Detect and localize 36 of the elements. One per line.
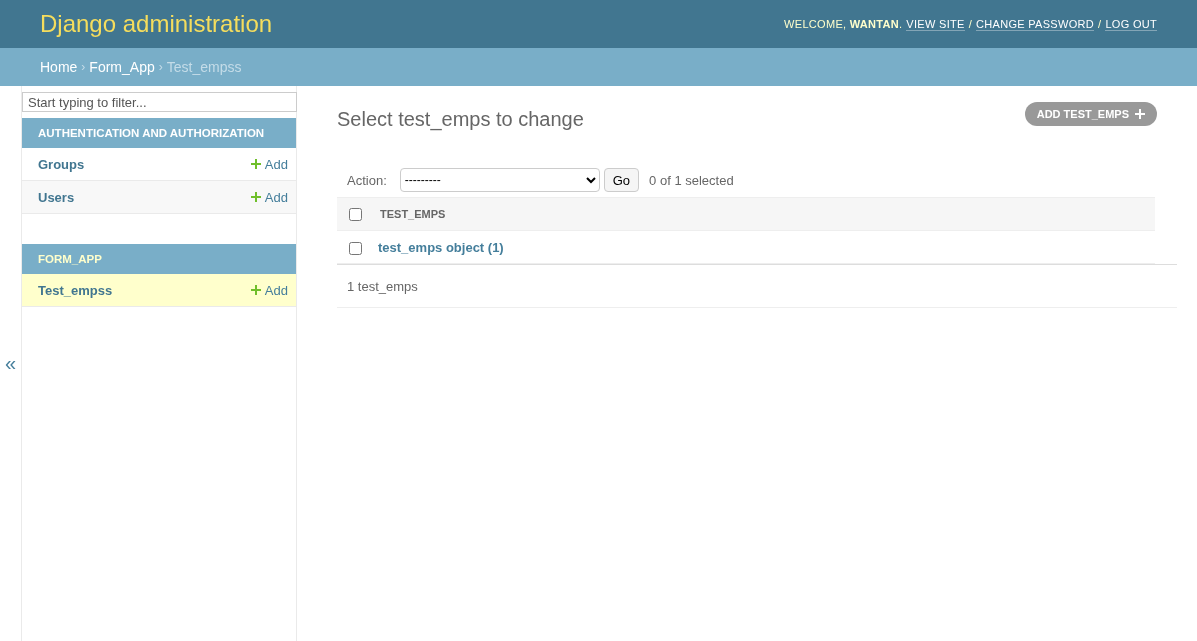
user-link[interactable]: LOG OUT — [1105, 17, 1157, 31]
filter-field[interactable]: Start typing to filter... — [22, 92, 297, 112]
plus-icon — [1135, 109, 1145, 119]
app-caption[interactable]: AUTHENTICATION AND AUTHORIZATION — [22, 118, 296, 148]
go-button[interactable]: Go — [603, 168, 640, 192]
model-link[interactable]: Test_empss — [38, 282, 113, 298]
model-link[interactable]: Users — [38, 189, 75, 205]
site-title[interactable]: Django administration — [40, 10, 273, 38]
add-link[interactable]: Add — [250, 156, 288, 172]
link-separator: / — [968, 18, 973, 30]
breadcrumb-link[interactable]: Form_App — [89, 59, 155, 75]
breadcrumb-link[interactable]: Home — [40, 59, 78, 75]
add-link[interactable]: Add — [250, 189, 288, 205]
action-select[interactable]: --------- — [399, 168, 600, 192]
user-link[interactable]: CHANGE PASSWORD — [976, 17, 1095, 31]
selection-count: 0 of 1 selected — [649, 172, 734, 188]
paginator-text: 1 test_emps — [337, 264, 1177, 308]
action-label: Action: — [347, 172, 387, 188]
model-link[interactable]: Groups — [38, 156, 85, 172]
plus-icon — [250, 285, 261, 295]
app-caption[interactable]: FORM_APP — [22, 244, 296, 274]
add-link[interactable]: Add — [250, 282, 288, 298]
page-title: Select test_emps to change — [337, 108, 584, 131]
welcome-text: WELCOME, WANTAN. — [784, 18, 903, 30]
breadcrumb-current: Test_empss — [166, 59, 242, 75]
plus-icon — [250, 159, 261, 169]
select-all-checkbox[interactable] — [348, 207, 362, 221]
plus-icon — [250, 192, 261, 202]
row-checkbox[interactable] — [348, 241, 362, 255]
breadcrumb-separator: › — [158, 60, 163, 74]
breadcrumb-separator: › — [81, 60, 86, 74]
user-link[interactable]: VIEW SITE — [906, 17, 965, 31]
add-button[interactable]: ADD TEST_EMPS — [1024, 102, 1157, 126]
link-separator: / — [1098, 18, 1102, 30]
column-header[interactable]: TEST_EMPS — [369, 208, 446, 220]
object-link[interactable]: test_emps object (1) — [378, 240, 504, 255]
